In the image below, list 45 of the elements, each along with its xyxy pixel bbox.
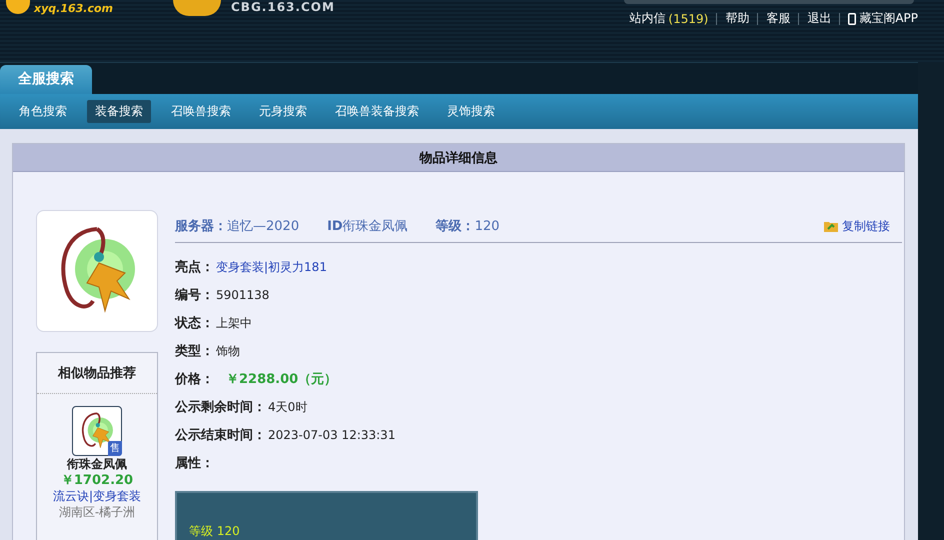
nav-tab[interactable]: 召唤兽装备搜索 — [327, 100, 427, 123]
header-link[interactable]: 客服 — [766, 10, 790, 27]
nav-tab[interactable]: 角色搜索 — [11, 100, 75, 123]
nav-tab[interactable]: 灵饰搜索 — [439, 100, 503, 123]
header-link[interactable]: 站内信 (1519) — [629, 10, 708, 27]
attribute-text: 等级 120 — [189, 524, 240, 538]
server-name: 湖南区-橘子洲 — [58, 505, 136, 520]
logo-text: CBG.163.COM — [231, 0, 335, 14]
field-value: 上架中 — [216, 314, 252, 332]
nav-tab[interactable]: 元身搜索 — [251, 100, 315, 123]
field-label: 状态： — [175, 315, 214, 332]
nav-tab[interactable]: 召唤兽搜索 — [163, 100, 239, 123]
logo-icon — [173, 0, 221, 16]
item-tags-link[interactable]: 流云诀|变身套装 — [52, 489, 142, 504]
field-value: 5901138 — [216, 288, 270, 302]
item-thumbnail[interactable]: 售 — [72, 406, 122, 456]
sale-badge: 售 — [108, 441, 122, 456]
header-link[interactable]: 帮助 — [725, 10, 750, 27]
summary-field: ID衔珠金凤佩 — [327, 217, 408, 235]
nav-tab[interactable]: 装备搜索 — [87, 100, 151, 123]
field-value: 2023-07-03 12:33:31 — [268, 428, 396, 442]
highlight-link[interactable]: 变身套装|初灵力181 — [216, 258, 327, 276]
field-label: 公示结束时间： — [175, 427, 266, 444]
copy-link[interactable]: 复制链接 — [824, 218, 890, 234]
field-label: 编号： — [175, 286, 214, 304]
field-value: 4天0时 — [268, 398, 308, 416]
summary-field: 服务器：追忆—2020 — [175, 217, 300, 235]
field-label: 亮点： — [175, 258, 214, 276]
field-label: 属性： — [175, 455, 214, 472]
logo-icon — [6, 0, 30, 14]
header-link[interactable]: 退出 — [807, 10, 832, 27]
field-label: 类型： — [175, 343, 214, 360]
panel-title: 物品详细信息 — [420, 150, 498, 166]
summary-field: 等级：120 — [436, 217, 500, 235]
phone-icon — [848, 12, 856, 24]
field-label: 价格： — [175, 371, 214, 388]
field-value: 饰物 — [216, 342, 240, 360]
price-value: ￥2288.00（元） — [226, 371, 338, 388]
folder-icon — [824, 220, 838, 232]
item-price: ￥1702.20 — [60, 473, 134, 488]
field-label: 公示剩余时间： — [175, 399, 266, 416]
header-link[interactable]: 藏宝阁APP — [848, 10, 918, 27]
item-name: 衔珠金凤佩 — [67, 457, 127, 472]
similar-items-title: 相似物品推荐 — [58, 365, 136, 382]
logo-text: xyq.163.com — [34, 2, 113, 15]
